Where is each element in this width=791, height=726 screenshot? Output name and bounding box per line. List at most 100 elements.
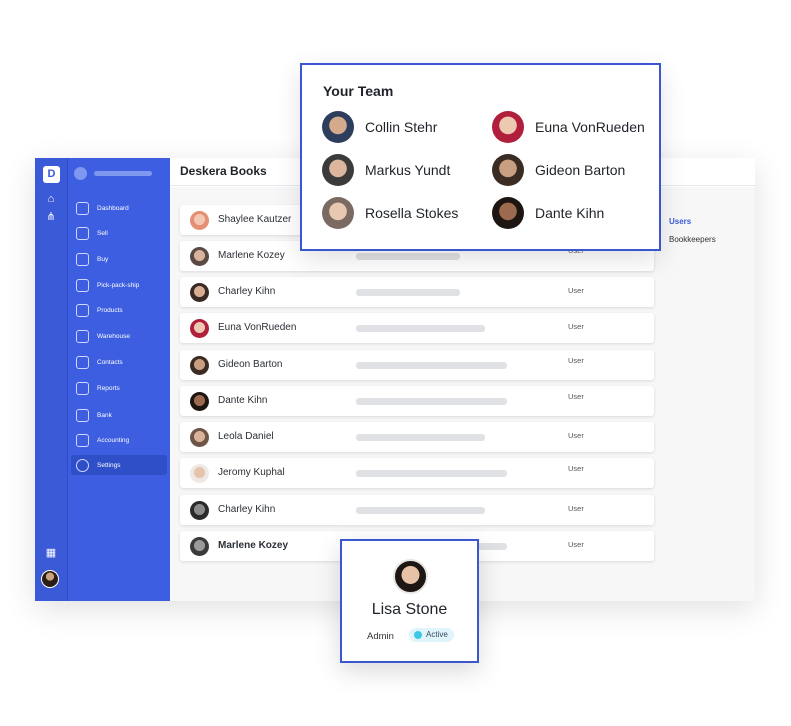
user-role: User (568, 356, 584, 365)
user-name: Charley Kihn (218, 286, 276, 297)
sidebar-item-label: Buy (97, 255, 109, 263)
sidebar-item-contacts[interactable]: Contacts (71, 352, 167, 372)
status-badge: Active (409, 628, 454, 642)
apps-grid-icon[interactable]: ▦ (44, 546, 58, 560)
sidebar-item-warehouse[interactable]: Warehouse (71, 326, 167, 346)
sidebar-item-settings[interactable]: Settings (71, 455, 167, 475)
email-placeholder (356, 325, 485, 332)
user-role: User (568, 431, 584, 440)
email-placeholder (356, 362, 507, 369)
sidebar-item-reports[interactable]: Reports (71, 378, 167, 398)
table-row[interactable]: Gideon Barton User (180, 350, 654, 380)
sidebar-item-label: Warehouse (97, 332, 130, 340)
sidebar-item-label: Contacts (97, 358, 123, 366)
avatar (393, 559, 428, 594)
sidebar-item-label: Dashboard (97, 204, 129, 212)
team-member[interactable]: Euna VonRueden (492, 111, 645, 143)
avatar (190, 464, 209, 483)
user-role: User (568, 464, 584, 473)
gear-icon (76, 458, 89, 472)
avatar (322, 154, 354, 186)
sidebar: Dashboard Sell Buy Pick-pack-ship Produc… (67, 158, 170, 601)
avatar (492, 197, 524, 229)
user-name: Marlene Kozey (218, 250, 285, 261)
team-member[interactable]: Collin Stehr (322, 111, 437, 143)
sidebar-item-accounting[interactable]: Accounting (71, 430, 167, 450)
table-row[interactable]: Euna VonRueden User (180, 313, 654, 343)
sidebar-item-sell[interactable]: Sell (71, 223, 167, 243)
table-row[interactable]: Leola Daniel User (180, 422, 654, 452)
profile-name: Lisa Stone (371, 601, 448, 618)
table-row[interactable]: Jeromy Kuphal User (180, 458, 654, 488)
sidebar-item-pick-pack-ship[interactable]: Pick-pack-ship (71, 275, 167, 295)
avatar (492, 111, 524, 143)
user-name: Jeromy Kuphal (218, 467, 285, 478)
sidebar-item-label: Reports (97, 384, 120, 392)
tab-bookkeepers[interactable]: Bookkeepers (669, 235, 716, 244)
user-role: User (568, 286, 584, 295)
team-member[interactable]: Markus Yundt (322, 154, 450, 186)
avatar (492, 154, 524, 186)
email-placeholder (356, 507, 485, 514)
table-row[interactable]: Charley Kihn User (180, 277, 654, 307)
org-name-placeholder (94, 171, 152, 176)
bank-icon (76, 408, 89, 422)
box-icon (76, 303, 89, 317)
team-member[interactable]: Rosella Stokes (322, 197, 458, 229)
icon-rail: D ⌂ ⋔ ▦ (35, 158, 67, 601)
home-icon[interactable]: ⌂ (44, 192, 58, 206)
calculator-icon (76, 433, 89, 447)
user-name: Leola Daniel (218, 431, 274, 442)
contacts-icon (76, 355, 89, 369)
sidebar-item-products[interactable]: Products (71, 300, 167, 320)
user-role: User (568, 504, 584, 513)
user-name: Shaylee Kautzer (218, 214, 292, 225)
your-team-popup: Your Team Collin Stehr Euna VonRueden Ma… (300, 63, 661, 251)
user-name: Euna VonRueden (218, 322, 297, 333)
chart-icon (76, 381, 89, 395)
email-placeholder (356, 253, 460, 260)
popup-title: Your Team (323, 83, 394, 99)
member-name: Rosella Stokes (365, 205, 459, 221)
user-role: User (568, 540, 584, 549)
avatar (190, 537, 209, 556)
email-placeholder (356, 470, 507, 477)
member-name: Collin Stehr (365, 119, 438, 135)
sidebar-item-label: Accounting (97, 436, 130, 444)
sidebar-item-label: Sell (97, 229, 108, 237)
avatar (190, 356, 209, 375)
tab-users[interactable]: Users (669, 217, 691, 226)
org-logo (74, 167, 87, 180)
sidebar-item-buy[interactable]: Buy (71, 249, 167, 269)
avatar (190, 247, 209, 266)
avatar (190, 283, 209, 302)
avatar (322, 111, 354, 143)
hierarchy-icon[interactable]: ⋔ (44, 210, 58, 224)
table-row[interactable]: Dante Kihn User (180, 386, 654, 416)
avatar (190, 392, 209, 411)
profile-card[interactable]: Lisa Stone Admin Active (340, 539, 479, 663)
avatar (190, 501, 209, 520)
deskera-logo[interactable]: D (43, 166, 60, 183)
member-name: Gideon Barton (535, 162, 626, 178)
avatar (190, 211, 209, 230)
profile-role: Admin (367, 631, 394, 642)
user-role: User (568, 392, 584, 401)
user-name: Marlene Kozey (218, 540, 289, 551)
table-row[interactable]: Charley Kihn User (180, 495, 654, 525)
user-role: User (568, 322, 584, 331)
sidebar-item-dashboard[interactable]: Dashboard (71, 198, 167, 218)
user-name: Gideon Barton (218, 359, 283, 370)
tag-icon (76, 226, 89, 240)
sidebar-item-bank[interactable]: Bank (71, 405, 167, 425)
sidebar-item-label: Products (97, 306, 123, 314)
dashboard-icon (76, 201, 89, 215)
team-member[interactable]: Dante Kihn (492, 197, 604, 229)
email-placeholder (356, 289, 460, 296)
warehouse-icon (76, 329, 89, 343)
email-placeholder (356, 398, 507, 405)
sidebar-item-label: Settings (97, 461, 121, 469)
page-title: Deskera Books (180, 164, 267, 178)
user-avatar[interactable] (41, 570, 59, 588)
team-member[interactable]: Gideon Barton (492, 154, 625, 186)
